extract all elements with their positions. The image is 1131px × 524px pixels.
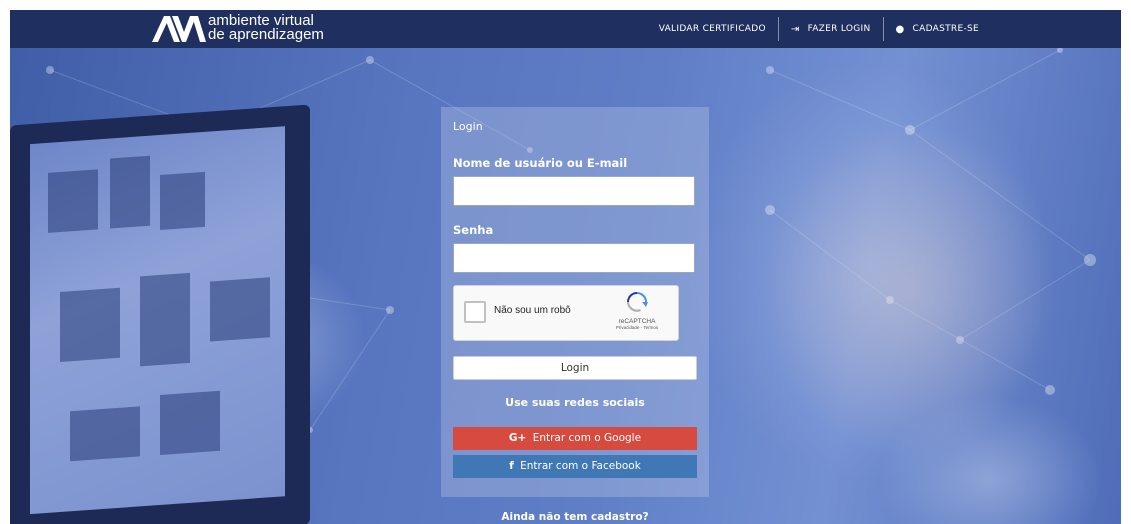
login-icon: ⇥ — [790, 23, 800, 35]
facebook-login-button[interactable]: f Entrar com o Facebook — [453, 455, 697, 478]
nav-validate-certificate[interactable]: VALIDAR CERTIFICADO — [647, 18, 778, 40]
username-input[interactable] — [453, 176, 695, 206]
google-login-button[interactable]: G+ Entrar com o Google — [453, 427, 697, 450]
login-panel-title: Login — [453, 120, 483, 133]
login-panel: Login Nome de usuário ou E-mail Senha Nã… — [441, 107, 709, 497]
nav-login-label: FAZER LOGIN — [807, 24, 871, 34]
login-button[interactable]: Login — [453, 356, 697, 380]
recaptcha-privacy-terms[interactable]: Privacidade - Termos — [606, 325, 668, 330]
logo-line-2: de aprendizagem — [208, 26, 324, 43]
recaptcha-icon — [627, 292, 648, 312]
register-prompt[interactable]: Ainda não tem cadastro? — [441, 511, 709, 523]
facebook-icon: f — [509, 460, 514, 472]
user-icon: ● — [895, 23, 905, 35]
facebook-login-label: Entrar com o Facebook — [520, 460, 641, 472]
google-login-label: Entrar com o Google — [532, 432, 642, 444]
recaptcha-widget: Não sou um robô reCAPTCHA Privacidade - … — [453, 285, 679, 341]
password-input[interactable] — [453, 243, 695, 273]
header-nav: VALIDAR CERTIFICADO ⇥ FAZER LOGIN ● CADA… — [647, 10, 991, 48]
ava-logo-icon — [152, 16, 206, 42]
nav-register[interactable]: ● CADASTRE-SE — [884, 18, 992, 40]
recaptcha-label: Não sou um robô — [494, 305, 571, 316]
top-navigation-bar: ambiente virtual de aprendizagem VALIDAR… — [10, 10, 1121, 48]
monitor-screen — [30, 126, 285, 515]
google-plus-icon: G+ — [508, 432, 527, 444]
username-label: Nome de usuário ou E-mail — [453, 156, 628, 170]
recaptcha-checkbox[interactable] — [464, 301, 486, 323]
student-illustration — [700, 50, 1120, 524]
logo-text: ambiente virtual de aprendizagem — [208, 13, 324, 43]
nav-login[interactable]: ⇥ FAZER LOGIN — [779, 18, 883, 40]
password-label: Senha — [453, 223, 494, 237]
social-login-title: Use suas redes sociais — [505, 396, 645, 409]
nav-validate-label: VALIDAR CERTIFICADO — [658, 24, 766, 34]
recaptcha-logo: reCAPTCHA Privacidade - Termos — [606, 292, 668, 330]
nav-register-label: CADASTRE-SE — [912, 24, 979, 34]
monitor-illustration — [10, 104, 310, 524]
recaptcha-brand: reCAPTCHA — [618, 318, 656, 325]
